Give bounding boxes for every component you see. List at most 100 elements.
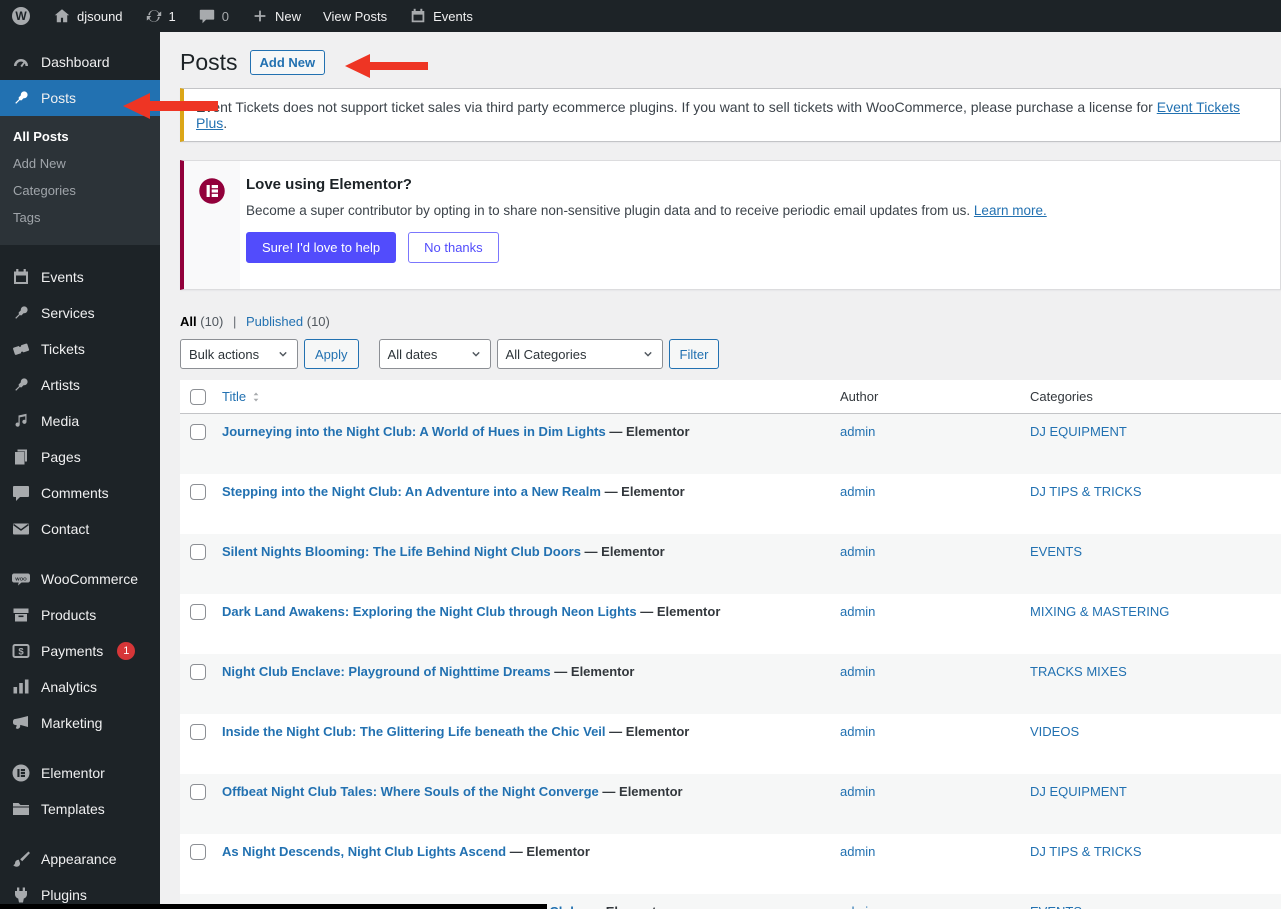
author-link[interactable]: admin xyxy=(840,604,875,619)
sidebar-item-posts[interactable]: Posts xyxy=(0,80,160,116)
post-title-link[interactable]: Inside the Night Club: The Glittering Li… xyxy=(222,724,606,739)
categories-filter-select[interactable]: All Categories xyxy=(497,339,663,369)
category-link[interactable]: EVENTS xyxy=(1030,544,1082,559)
post-title-link[interactable]: Dark Land Awakens: Exploring the Night C… xyxy=(222,604,637,619)
sidebar-item-templates[interactable]: Templates xyxy=(0,791,160,827)
select-all-checkbox[interactable] xyxy=(190,389,206,405)
submenu-item-categories[interactable]: Categories xyxy=(0,177,160,204)
events-menu[interactable]: Events xyxy=(398,0,484,32)
new-content-menu[interactable]: New xyxy=(240,0,312,32)
sidebar-item-media[interactable]: Media xyxy=(0,403,160,439)
chevron-down-icon xyxy=(275,346,291,362)
view-posts-menu[interactable]: View Posts xyxy=(312,0,398,32)
wordpress-logo-icon: W xyxy=(11,6,31,26)
row-checkbox[interactable] xyxy=(190,664,206,680)
learn-more-link[interactable]: Learn more. xyxy=(974,203,1047,218)
row-checkbox[interactable] xyxy=(190,844,206,860)
row-checkbox[interactable] xyxy=(190,484,206,500)
filter-published[interactable]: Published xyxy=(246,314,303,329)
update-icon xyxy=(145,7,163,25)
sidebar-item-label: Pages xyxy=(41,449,81,465)
sidebar-item-products[interactable]: Products xyxy=(0,597,160,633)
row-checkbox[interactable] xyxy=(190,544,206,560)
apply-button[interactable]: Apply xyxy=(304,339,359,369)
category-link[interactable]: DJ EQUIPMENT xyxy=(1030,784,1127,799)
author-link[interactable]: admin xyxy=(840,484,875,499)
sidebar-item-label: Artists xyxy=(41,377,80,393)
row-checkbox[interactable] xyxy=(190,604,206,620)
author-link[interactable]: admin xyxy=(840,664,875,679)
marketing-icon xyxy=(11,713,31,733)
svg-text:W: W xyxy=(15,9,27,23)
updates-menu[interactable]: 1 xyxy=(134,0,187,32)
main-content: Posts Add New Event Tickets does not sup… xyxy=(160,32,1281,909)
table-row: As Night Descends, Night Club Lights Asc… xyxy=(180,834,1281,894)
post-title-link[interactable]: Offbeat Night Club Tales: Where Souls of… xyxy=(222,784,599,799)
filter-button[interactable]: Filter xyxy=(669,339,720,369)
submenu-item-add-new[interactable]: Add New xyxy=(0,150,160,177)
filter-all[interactable]: All xyxy=(180,314,197,329)
table-row: Stepping into the Night Club: An Adventu… xyxy=(180,474,1281,534)
category-link[interactable]: EVENTS xyxy=(1030,904,1082,909)
updates-count: 1 xyxy=(169,9,176,24)
site-name-menu[interactable]: djsound xyxy=(42,0,134,32)
sidebar-item-marketing[interactable]: Marketing xyxy=(0,705,160,741)
dates-filter-select[interactable]: All dates xyxy=(379,339,491,369)
author-link[interactable]: admin xyxy=(840,904,875,909)
sidebar-item-label: Products xyxy=(41,607,96,623)
submenu-item-tags[interactable]: Tags xyxy=(0,204,160,231)
category-link[interactable]: TRACKS MIXES xyxy=(1030,664,1127,679)
sidebar-item-artists[interactable]: Artists xyxy=(0,367,160,403)
post-title-link[interactable]: As Night Descends, Night Club Lights Asc… xyxy=(222,844,506,859)
author-link[interactable]: admin xyxy=(840,844,875,859)
elementor-accept-button[interactable]: Sure! I'd love to help xyxy=(246,232,396,263)
post-title-link[interactable]: Stepping into the Night Club: An Adventu… xyxy=(222,484,601,499)
table-row: Inside the Night Club: The Glittering Li… xyxy=(180,714,1281,774)
sidebar-item-events[interactable]: Events xyxy=(0,259,160,295)
elementor-notice-title: Love using Elementor? xyxy=(246,176,1047,193)
post-title-link[interactable]: Journeying into the Night Club: A World … xyxy=(222,424,606,439)
tickets-icon xyxy=(11,339,31,359)
bulk-actions-select[interactable]: Bulk actions xyxy=(180,339,298,369)
sort-arrows-icon xyxy=(249,388,263,406)
row-checkbox[interactable] xyxy=(190,724,206,740)
chevron-down-icon xyxy=(468,346,484,362)
wordpress-menu[interactable]: W xyxy=(0,0,42,32)
table-row: Journeying into the Night Club: A World … xyxy=(180,414,1281,474)
post-title-link[interactable]: Silent Nights Blooming: The Life Behind … xyxy=(222,544,581,559)
posts-submenu: All PostsAdd NewCategoriesTags xyxy=(0,116,160,245)
row-checkbox[interactable] xyxy=(190,424,206,440)
table-row: Night Club Enclave: Playground of Nightt… xyxy=(180,654,1281,714)
category-link[interactable]: DJ TIPS & TRICKS xyxy=(1030,844,1142,859)
category-link[interactable]: DJ TIPS & TRICKS xyxy=(1030,484,1142,499)
add-new-button[interactable]: Add New xyxy=(250,50,326,75)
post-title-link[interactable]: Night Club Enclave: Playground of Nightt… xyxy=(222,664,551,679)
submenu-item-all-posts[interactable]: All Posts xyxy=(0,123,160,150)
category-link[interactable]: DJ EQUIPMENT xyxy=(1030,424,1127,439)
elementor-logo-icon xyxy=(197,176,227,206)
sidebar-item-services[interactable]: Services xyxy=(0,295,160,331)
sidebar-item-elementor[interactable]: Elementor xyxy=(0,755,160,791)
sidebar-item-contact[interactable]: Contact xyxy=(0,511,160,547)
sidebar-item-appearance[interactable]: Appearance xyxy=(0,841,160,877)
sidebar-item-analytics[interactable]: Analytics xyxy=(0,669,160,705)
sidebar-item-comments[interactable]: Comments xyxy=(0,475,160,511)
sidebar-item-woocommerce[interactable]: WOOWooCommerce xyxy=(0,561,160,597)
author-link[interactable]: admin xyxy=(840,424,875,439)
row-checkbox[interactable] xyxy=(190,784,206,800)
sidebar-item-label: Posts xyxy=(41,90,76,106)
author-link[interactable]: admin xyxy=(840,724,875,739)
elementor-decline-button[interactable]: No thanks xyxy=(408,232,499,263)
category-link[interactable]: MIXING & MASTERING xyxy=(1030,604,1169,619)
category-link[interactable]: VIDEOS xyxy=(1030,724,1079,739)
sidebar-item-payments[interactable]: $Payments1 xyxy=(0,633,160,669)
sort-by-title[interactable]: Title xyxy=(222,388,263,406)
author-link[interactable]: admin xyxy=(840,784,875,799)
sidebar-item-label: WooCommerce xyxy=(41,571,138,587)
comments-menu[interactable]: 0 xyxy=(187,0,240,32)
table-row: Dark Land Awakens: Exploring the Night C… xyxy=(180,594,1281,654)
sidebar-item-tickets[interactable]: Tickets xyxy=(0,331,160,367)
sidebar-item-dashboard[interactable]: Dashboard xyxy=(0,44,160,80)
author-link[interactable]: admin xyxy=(840,544,875,559)
sidebar-item-pages[interactable]: Pages xyxy=(0,439,160,475)
